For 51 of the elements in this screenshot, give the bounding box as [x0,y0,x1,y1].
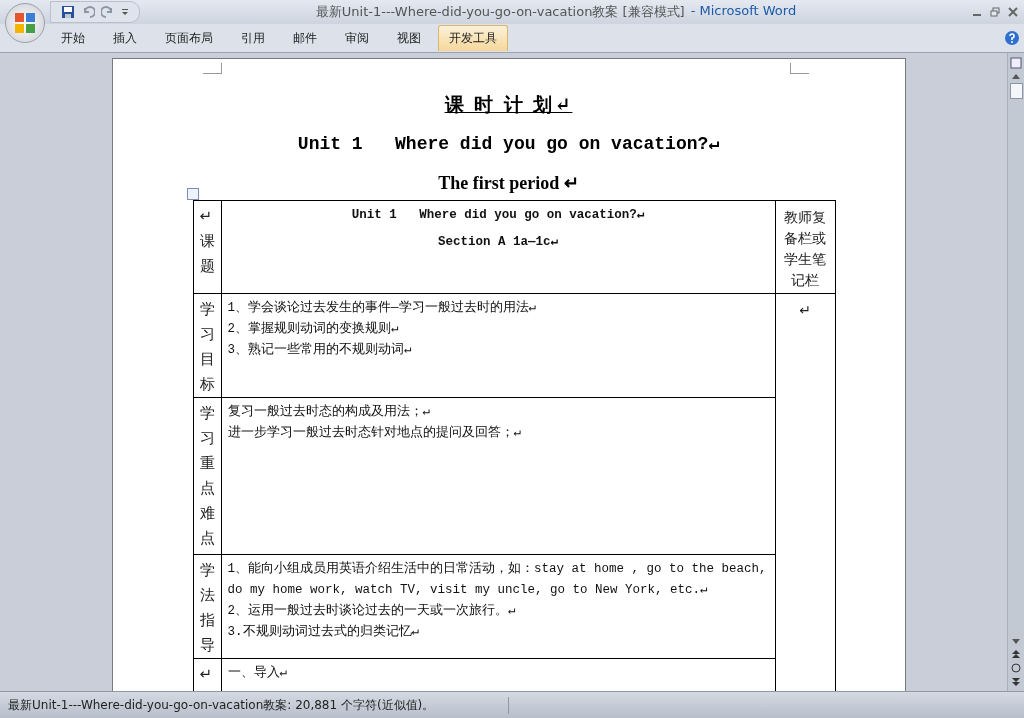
row-label: 学习重点难点 [199,403,215,549]
help-icon[interactable] [1004,30,1020,46]
ribbon-tab[interactable]: 开发工具 [438,25,508,51]
office-button[interactable] [5,3,45,43]
previous-page-icon[interactable] [1011,649,1021,659]
next-page-icon[interactable] [1011,677,1021,687]
ribbon-tab[interactable]: 插入 [102,25,148,51]
app-name: - Microsoft Word [690,3,797,20]
redo-icon[interactable] [101,5,115,19]
ribbon-tab[interactable]: 邮件 [282,25,328,51]
content-line: 进一步学习一般过去时态针对地点的提问及回答；↵ [227,424,522,442]
scroll-up-icon[interactable] [1011,73,1021,79]
content-line: 1、学会谈论过去发生的事件—学习一般过去时的用法↵ [227,299,537,317]
content-line: 1、能向小组成员用英语介绍生活中的日常活动，如：stay at home , go to the beach, do my home work, watch TV, visit my uncle, go to New York, etc.↵ [227,560,768,599]
notes-text: 教师复备栏或学生笔记栏 [783,208,827,290]
office-logo-icon [13,11,37,35]
content-line: 复习一般过去时态的构成及用法；↵ [227,403,431,421]
window-title: 最新Unit-1---Where-did-you-go-on-vacation教案 [兼容模式] [315,3,685,21]
restore-icon[interactable] [990,7,1000,17]
scroll-thumb[interactable] [1009,83,1023,99]
margin-corner-mark [789,63,809,74]
notes-text: ↵ [798,301,812,320]
row-label: ↵课题 [199,206,215,277]
scroll-down-icon[interactable] [1011,639,1021,645]
content-line: Section A 1a—1c↵ [437,234,558,251]
ribbon-tab[interactable]: 开始 [50,25,96,51]
content-line: Unit 1 Where did you go on vacation?↵ [351,207,645,224]
ribbon-tab[interactable]: 引用 [230,25,276,51]
content-line: 2、运用一般过去时谈论过去的一天或一次旅行。↵ [227,602,516,620]
content-line: 3.不规则动词过去式的归类记忆↵ [227,623,420,641]
content-line: 2、掌握规则动词的变换规则↵ [227,320,399,338]
close-icon[interactable] [1008,7,1018,17]
table-move-handle[interactable] [186,188,199,200]
row-label: 学法指导 [199,560,215,656]
content-line: 一、导入↵ [227,664,288,682]
ribbon-tab[interactable]: 页面布局 [154,25,224,51]
save-icon[interactable] [61,5,75,19]
ribbon-tab[interactable]: 审阅 [334,25,380,51]
content-line: 3、熟记一些常用的不规则动词↵ [227,341,412,359]
undo-icon[interactable] [81,5,95,19]
document-title: 课 时 计 划↵ [444,92,573,117]
status-text: 最新Unit-1---Where-did-you-go-on-vacation教案: 20,881 个字符(近似值)。 [0,696,509,714]
row-label: ↵ [199,664,214,685]
row-label: 学习目标 [199,299,215,395]
ribbon-tab[interactable]: 视图 [386,25,432,51]
period-heading: The first period ↵ [438,172,579,194]
unit-heading: Unit 1 Where did you go on vacation?↵ [297,133,720,154]
vertical-scrollbar[interactable] [1007,53,1024,691]
margin-corner-mark [202,63,222,74]
customize-caret-icon[interactable] [121,8,129,16]
browse-object-icon[interactable] [1011,663,1021,673]
